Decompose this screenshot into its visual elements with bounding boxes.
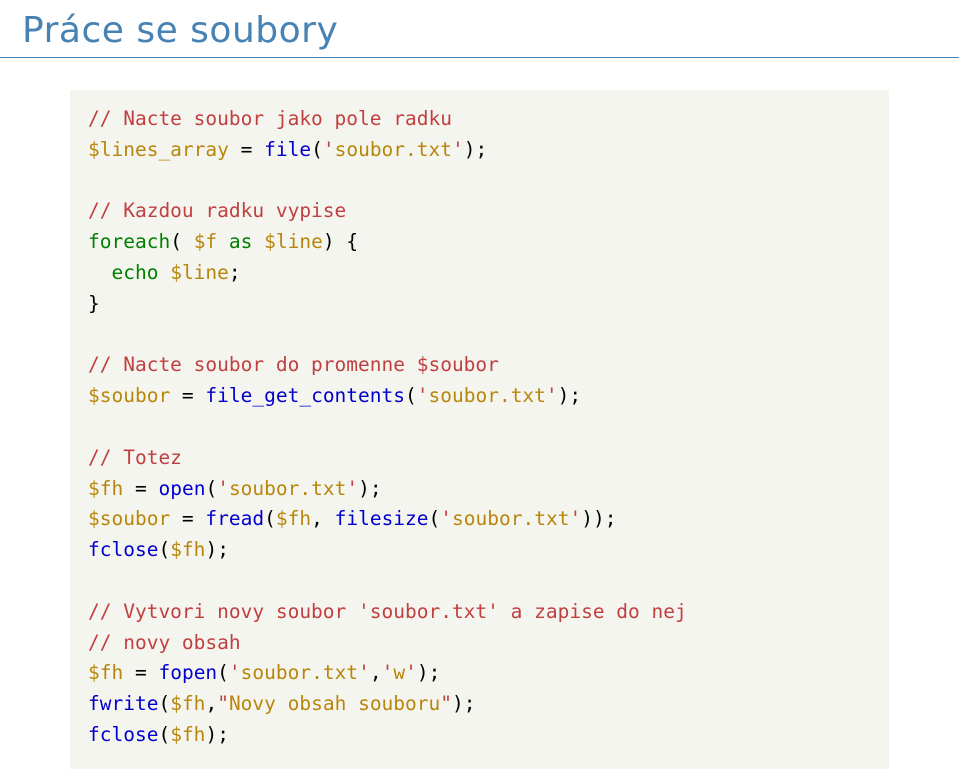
quote: " bbox=[440, 692, 452, 715]
paren: ( bbox=[405, 384, 417, 407]
title-underline bbox=[0, 57, 959, 58]
string: soubor.txt bbox=[229, 477, 346, 500]
space bbox=[252, 230, 264, 253]
string: soubor.txt bbox=[241, 661, 358, 684]
quote: ' bbox=[417, 384, 429, 407]
function: fopen bbox=[158, 661, 217, 684]
op: = bbox=[170, 507, 205, 530]
quote: ' bbox=[358, 661, 370, 684]
quote: ' bbox=[440, 507, 452, 530]
quote: " bbox=[217, 692, 229, 715]
comma: , bbox=[370, 661, 382, 684]
paren: ) bbox=[464, 138, 476, 161]
variable: $line bbox=[170, 261, 229, 284]
semicolon: ; bbox=[569, 384, 581, 407]
paren: ) bbox=[358, 477, 370, 500]
quote: ' bbox=[452, 138, 464, 161]
paren: ( bbox=[311, 138, 323, 161]
space bbox=[158, 261, 170, 284]
function: open bbox=[158, 477, 205, 500]
paren: ) bbox=[581, 507, 593, 530]
paren: ) bbox=[452, 692, 464, 715]
comment: // Kazdou radku vypise bbox=[88, 199, 346, 222]
comment: // Nacte soubor jako pole radku bbox=[88, 107, 452, 130]
variable: $fh bbox=[88, 661, 123, 684]
variable: $fh bbox=[170, 538, 205, 561]
paren: ) bbox=[417, 661, 429, 684]
keyword: echo bbox=[111, 261, 158, 284]
variable: $fh bbox=[170, 723, 205, 746]
paren: ( bbox=[264, 507, 276, 530]
paren: ) bbox=[593, 507, 605, 530]
string: w bbox=[393, 661, 405, 684]
quote: ' bbox=[323, 138, 335, 161]
comment: // Nacte soubor do promenne $soubor bbox=[88, 353, 499, 376]
semicolon: ; bbox=[464, 692, 476, 715]
indent bbox=[88, 261, 111, 284]
page-title: Práce se soubory bbox=[0, 0, 959, 51]
function: fclose bbox=[88, 538, 158, 561]
paren: ) bbox=[205, 538, 217, 561]
keyword: as bbox=[229, 230, 252, 253]
quote: ' bbox=[382, 661, 394, 684]
paren: ( bbox=[170, 230, 182, 253]
semicolon: ; bbox=[605, 507, 617, 530]
comment: // Vytvori novy soubor 'soubor.txt' a za… bbox=[88, 600, 687, 623]
paren: ( bbox=[158, 538, 170, 561]
comment: // Totez bbox=[88, 446, 182, 469]
variable: $soubor bbox=[88, 384, 170, 407]
quote: ' bbox=[229, 661, 241, 684]
semicolon: ; bbox=[217, 538, 229, 561]
comma: , bbox=[311, 507, 323, 530]
variable: $fh bbox=[88, 477, 123, 500]
semicolon: ; bbox=[217, 723, 229, 746]
paren: ) bbox=[558, 384, 570, 407]
string: soubor.txt bbox=[335, 138, 452, 161]
op: = bbox=[170, 384, 205, 407]
quote: ' bbox=[346, 477, 358, 500]
semicolon: ; bbox=[229, 261, 241, 284]
paren: ( bbox=[158, 723, 170, 746]
brace: } bbox=[88, 292, 100, 315]
string: Novy obsah souboru bbox=[229, 692, 440, 715]
paren: ( bbox=[429, 507, 441, 530]
string: soubor.txt bbox=[452, 507, 569, 530]
paren: ) bbox=[323, 230, 335, 253]
semicolon: ; bbox=[370, 477, 382, 500]
quote: ' bbox=[569, 507, 581, 530]
op: = bbox=[229, 138, 264, 161]
function: file bbox=[264, 138, 311, 161]
function: file_get_contents bbox=[205, 384, 405, 407]
variable: $fh bbox=[170, 692, 205, 715]
space bbox=[217, 230, 229, 253]
paren: ( bbox=[217, 661, 229, 684]
function: fread bbox=[205, 507, 264, 530]
quote: ' bbox=[217, 477, 229, 500]
paren: ( bbox=[205, 477, 217, 500]
variable: $line bbox=[264, 230, 323, 253]
op: = bbox=[123, 661, 158, 684]
variable: $fh bbox=[276, 507, 311, 530]
function: fwrite bbox=[88, 692, 158, 715]
quote: ' bbox=[405, 661, 417, 684]
string: soubor.txt bbox=[429, 384, 546, 407]
semicolon: ; bbox=[476, 138, 488, 161]
space bbox=[323, 507, 335, 530]
function: fclose bbox=[88, 723, 158, 746]
op: = bbox=[123, 477, 158, 500]
quote: ' bbox=[546, 384, 558, 407]
semicolon: ; bbox=[429, 661, 441, 684]
variable: $f bbox=[194, 230, 217, 253]
variable: $soubor bbox=[88, 507, 170, 530]
paren: ( bbox=[158, 692, 170, 715]
code-block: // Nacte soubor jako pole radku $lines_a… bbox=[70, 90, 889, 769]
comma: , bbox=[205, 692, 217, 715]
space bbox=[182, 230, 194, 253]
keyword: foreach bbox=[88, 230, 170, 253]
brace: { bbox=[335, 230, 358, 253]
paren: ) bbox=[205, 723, 217, 746]
comment: // novy obsah bbox=[88, 631, 241, 654]
variable: $lines_array bbox=[88, 138, 229, 161]
function: filesize bbox=[335, 507, 429, 530]
